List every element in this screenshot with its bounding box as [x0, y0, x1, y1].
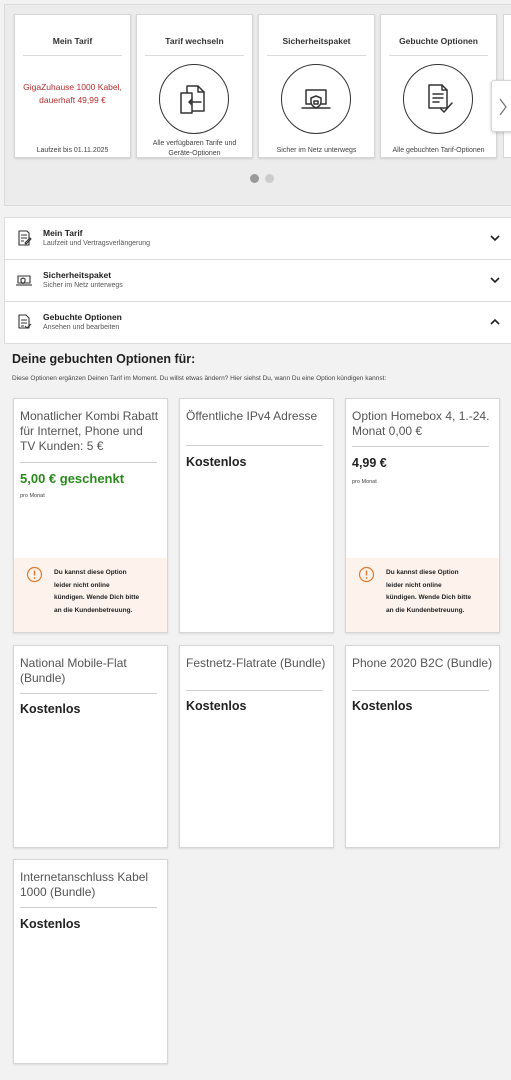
card-title: Sicherheitspaket	[282, 36, 351, 46]
option-card: Öffentliche IPv4 Adresse Kostenlos	[179, 398, 334, 633]
info-icon	[358, 566, 375, 583]
option-title: Festnetz-Flatrate (Bundle)	[186, 656, 326, 670]
contract-icon	[18, 230, 32, 246]
divider	[145, 55, 244, 56]
card-description: Alle verfügbaren Tarife und Geräte-Optio…	[152, 140, 237, 157]
card-mein-tarif[interactable]: Mein Tarif GigaZuhause 1000 Kabel, dauer…	[14, 14, 131, 158]
option-title: Internetanschluss Kabel 1000 (Bundle)	[20, 870, 149, 899]
option-card: Festnetz-Flatrate (Bundle) Kostenlos	[179, 645, 334, 848]
details-accordion: Mein Tarif Laufzeit und Vertragsverlänge…	[4, 217, 511, 344]
option-title: Monatlicher Kombi Rabatt für Internet, P…	[20, 409, 159, 453]
cancellation-notice: Du kannst diese Option leider nicht onli…	[14, 558, 167, 632]
accordion-gebuchte-optionen[interactable]: Gebuchte Optionen Ansehen und bearbeiten	[5, 302, 511, 343]
options-heading: Deine gebuchten Optionen für:	[12, 352, 196, 366]
option-card: National Mobile-Flat (Bundle) Kostenlos	[13, 645, 168, 848]
card-description: Sicher im Netz unterwegs	[276, 147, 357, 154]
checklist-icon	[18, 314, 32, 329]
price-period: pro Monat	[352, 479, 377, 485]
tariff-name: GigaZuhause 1000 Kabel, dauerhaft 49,99 …	[23, 82, 122, 105]
divider	[389, 55, 488, 56]
accordion-title: Mein Tarif	[43, 228, 83, 238]
card-gebuchte-optionen[interactable]: Gebuchte Optionen Alle gebuchten Tarif-O…	[380, 14, 497, 158]
option-title: National Mobile-Flat (Bundle)	[20, 656, 127, 685]
checklist-icon	[403, 64, 473, 134]
option-title: Phone 2020 B2C (Bundle)	[352, 656, 493, 670]
pagination-dot-1[interactable]	[250, 174, 259, 183]
option-card: Option Homebox 4, 1.-24. Monat 0,00 € 4,…	[345, 398, 500, 633]
cancellation-notice-text: Du kannst diese Option leider nicht onli…	[54, 569, 140, 614]
accordion-title: Sicherheitspaket	[43, 270, 112, 280]
option-price: Kostenlos	[352, 699, 413, 713]
option-price: Kostenlos	[186, 455, 247, 469]
option-price: 4,99 €	[352, 456, 387, 470]
option-price: Kostenlos	[20, 917, 81, 931]
card-tarif-wechseln[interactable]: Tarif wechseln Alle verfügbaren Tarife u…	[136, 14, 253, 158]
accordion-mein-tarif[interactable]: Mein Tarif Laufzeit und Vertragsverlänge…	[5, 218, 511, 260]
contract-term: Laufzeit bis 01.11.2025	[36, 147, 109, 154]
card-title: Tarif wechseln	[165, 36, 224, 46]
card-sicherheitspaket[interactable]: Sicherheitspaket Sicher im Netz unterweg…	[258, 14, 375, 158]
pagination-dot-2[interactable]	[265, 174, 274, 183]
secure-laptop-icon	[281, 64, 351, 134]
chevron-down-icon	[490, 277, 500, 284]
divider	[186, 445, 323, 446]
options-intro: Diese Optionen ergänzen Deinen Tarif im …	[12, 375, 387, 382]
cancellation-notice-text: Du kannst diese Option leider nicht onli…	[386, 569, 472, 614]
option-card: Internetanschluss Kabel 1000 (Bundle) Ko…	[13, 859, 168, 1064]
chevron-down-icon	[490, 235, 500, 242]
tariff-switch-icon	[159, 64, 229, 134]
option-price: Kostenlos	[186, 699, 247, 713]
accordion-subtitle: Ansehen und bearbeiten	[43, 324, 120, 331]
chevron-up-icon	[490, 318, 500, 325]
chevron-right-icon	[499, 98, 507, 116]
carousel-next-button[interactable]	[491, 80, 511, 132]
tariff-carousel: Mein Tarif GigaZuhause 1000 Kabel, dauer…	[4, 4, 511, 206]
option-price: 5,00 € geschenkt	[20, 471, 125, 486]
divider	[186, 690, 323, 691]
card-description: Alle gebuchten Tarif-Optionen	[392, 147, 485, 154]
secure-laptop-icon	[16, 275, 32, 286]
option-price: Kostenlos	[20, 702, 81, 716]
option-card: Phone 2020 B2C (Bundle) Kostenlos	[345, 645, 500, 848]
card-title: Gebuchte Optionen	[399, 36, 478, 46]
option-title: Option Homebox 4, 1.-24. Monat 0,00 €	[352, 409, 490, 438]
divider	[20, 462, 157, 463]
info-icon	[26, 566, 43, 583]
accordion-sicherheitspaket[interactable]: Sicherheitspaket Sicher im Netz unterweg…	[5, 260, 511, 302]
divider	[352, 446, 489, 447]
divider	[267, 55, 366, 56]
option-card: Monatlicher Kombi Rabatt für Internet, P…	[13, 398, 168, 633]
divider	[352, 690, 489, 691]
option-title: Öffentliche IPv4 Adresse	[186, 409, 318, 423]
divider	[20, 693, 157, 694]
cancellation-notice: Du kannst diese Option leider nicht onli…	[346, 558, 499, 632]
divider	[20, 907, 157, 908]
accordion-subtitle: Sicher im Netz unterwegs	[43, 282, 123, 289]
price-period: pro Monat	[20, 493, 45, 499]
divider	[23, 55, 122, 56]
accordion-subtitle: Laufzeit und Vertragsverlängerung	[43, 240, 151, 247]
card-title: Mein Tarif	[52, 36, 93, 46]
accordion-title: Gebuchte Optionen	[43, 312, 122, 322]
